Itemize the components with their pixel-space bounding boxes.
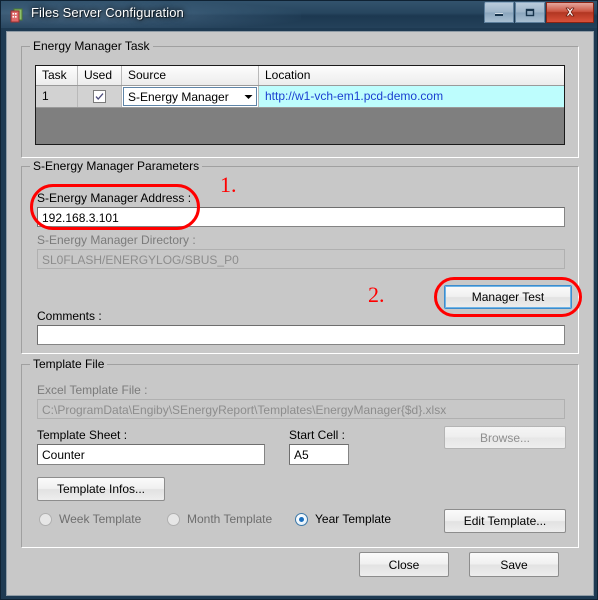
table-row[interactable]: 1 S-Energy Manager http://w1-vch-em1.pcd… bbox=[36, 86, 564, 108]
source-combobox[interactable]: S-Energy Manager bbox=[123, 87, 257, 106]
excel-template-file-field: C:\ProgramData\Engiby\SEnergyReport\Temp… bbox=[37, 399, 565, 419]
window-frame: Files Server Configuration Energy Manage… bbox=[0, 0, 598, 600]
directory-field: SL0FLASH/ENERGYLOG/SBUS_P0 bbox=[37, 249, 565, 269]
radio-year-template[interactable]: Year Template bbox=[295, 512, 391, 526]
template-sheet-label: Template Sheet : bbox=[37, 428, 128, 442]
column-header-source[interactable]: Source bbox=[122, 66, 259, 85]
group-energy-manager-task-title: Energy Manager Task bbox=[30, 39, 153, 53]
window-title: Files Server Configuration bbox=[31, 5, 184, 20]
task-grid-header: Task Used Source Location bbox=[36, 66, 564, 86]
comments-label: Comments : bbox=[37, 309, 102, 323]
manager-test-button[interactable]: Manager Test bbox=[444, 285, 572, 309]
cell-task[interactable]: 1 bbox=[36, 86, 78, 107]
cell-used[interactable] bbox=[78, 86, 122, 107]
close-dialog-button[interactable]: Close bbox=[359, 552, 449, 577]
maximize-icon bbox=[516, 3, 544, 22]
directory-label: S-Energy Manager Directory : bbox=[37, 233, 196, 247]
start-cell-label: Start Cell : bbox=[289, 428, 346, 442]
column-header-location[interactable]: Location bbox=[259, 66, 564, 85]
save-button[interactable]: Save bbox=[469, 552, 559, 577]
close-icon bbox=[547, 3, 593, 22]
close-button[interactable] bbox=[546, 2, 594, 23]
chevron-down-icon[interactable] bbox=[240, 94, 256, 100]
radio-month-template-label: Month Template bbox=[187, 512, 273, 526]
files-server-icon bbox=[9, 7, 25, 23]
column-header-task[interactable]: Task bbox=[36, 66, 78, 85]
template-sheet-field[interactable]: Counter bbox=[37, 444, 265, 465]
source-combobox-value: S-Energy Manager bbox=[128, 89, 229, 104]
edit-template-button[interactable]: Edit Template... bbox=[444, 509, 566, 533]
radio-month-template[interactable]: Month Template bbox=[167, 512, 272, 526]
radio-month-template-indicator[interactable] bbox=[167, 512, 180, 526]
address-field[interactable]: 192.168.3.101 bbox=[37, 207, 565, 227]
dialog-client-area: Energy Manager Task Task Used Source Loc… bbox=[6, 31, 594, 596]
group-template-file-title: Template File bbox=[30, 357, 108, 371]
excel-template-file-label: Excel Template File : bbox=[37, 383, 148, 397]
cell-source[interactable]: S-Energy Manager bbox=[122, 86, 259, 107]
minimize-button[interactable] bbox=[484, 2, 514, 23]
radio-year-template-label: Year Template bbox=[315, 512, 392, 526]
browse-button: Browse... bbox=[444, 426, 566, 449]
minimize-icon bbox=[485, 3, 513, 22]
address-label: S-Energy Manager Address : bbox=[37, 191, 192, 205]
column-header-used[interactable]: Used bbox=[78, 66, 122, 85]
task-grid[interactable]: Task Used Source Location 1 S-Energy Man bbox=[35, 65, 565, 145]
template-infos-button[interactable]: Template Infos... bbox=[37, 477, 165, 501]
start-cell-field[interactable]: A5 bbox=[289, 444, 349, 465]
comments-field[interactable] bbox=[37, 325, 565, 345]
group-parameters-title: S-Energy Manager Parameters bbox=[30, 159, 203, 173]
radio-week-template-label: Week Template bbox=[59, 512, 142, 526]
check-icon bbox=[95, 93, 104, 100]
radio-week-template[interactable]: Week Template bbox=[39, 512, 141, 526]
maximize-button[interactable] bbox=[515, 2, 545, 23]
title-bar: Files Server Configuration bbox=[1, 1, 597, 28]
radio-week-template-indicator[interactable] bbox=[39, 512, 52, 526]
cell-location[interactable]: http://w1-vch-em1.pcd-demo.com bbox=[259, 86, 564, 107]
used-checkbox[interactable] bbox=[93, 90, 106, 103]
radio-year-template-indicator[interactable] bbox=[295, 512, 308, 526]
